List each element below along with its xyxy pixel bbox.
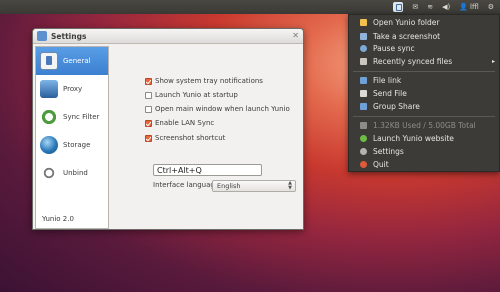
language-value: English	[217, 182, 241, 190]
language-select[interactable]: English ▲ ▼	[212, 180, 296, 192]
menu-item-storage-usage: 1.32KB Used / 5.00GB Total	[349, 119, 499, 132]
nav-item-unbind[interactable]: Unbind	[36, 159, 108, 187]
volume-icon[interactable]: ◀)	[442, 3, 450, 11]
website-icon	[360, 135, 367, 142]
nav-item-label: Sync Filter	[63, 113, 100, 121]
settings-window: Settings ✕ General Proxy Sync Filter Sto…	[32, 28, 304, 230]
network-icon[interactable]: ≋	[427, 3, 433, 11]
menu-item-pause-sync[interactable]: Pause sync	[349, 42, 499, 55]
storage-usage-icon	[360, 122, 367, 129]
yunio-app-icon	[37, 31, 47, 41]
mail-icon[interactable]: ✉	[412, 3, 418, 11]
user-icon: 👤	[459, 3, 468, 11]
menu-item-group-share[interactable]: Group Share	[349, 100, 499, 113]
menu-item-label: Take a screenshot	[373, 32, 441, 41]
yunio-tray-icon[interactable]	[393, 2, 404, 12]
nav-item-label: Unbind	[63, 169, 88, 177]
menu-item-send-file[interactable]: Send File	[349, 87, 499, 100]
yunio-tray-menu: Open Yunio folder Take a screenshot Paus…	[348, 14, 500, 172]
general-settings-panel: Show system tray notifications Launch Yu…	[111, 46, 299, 227]
general-icon	[40, 52, 58, 70]
menu-item-label: Launch Yunio website	[373, 134, 454, 143]
nav-item-label: Proxy	[63, 85, 83, 93]
menu-item-label: Quit	[373, 160, 389, 169]
option-label: Show system tray notifications	[155, 77, 263, 85]
menu-item-label: Send File	[373, 89, 407, 98]
sync-filter-icon	[40, 108, 58, 126]
settings-icon	[360, 148, 367, 155]
window-title: Settings	[51, 31, 87, 41]
unbind-icon	[40, 164, 58, 182]
menu-item-label: Group Share	[373, 102, 420, 111]
menu-item-label: Settings	[373, 147, 404, 156]
power-gear-icon[interactable]: ⚙	[488, 3, 494, 11]
close-icon[interactable]: ✕	[292, 31, 299, 40]
menu-item-quit[interactable]: Quit	[349, 158, 499, 171]
storage-icon	[40, 136, 58, 154]
nav-item-storage[interactable]: Storage	[36, 131, 108, 159]
menu-separator	[353, 71, 495, 72]
checkbox[interactable]	[145, 134, 152, 142]
menu-item-label: 1.32KB Used / 5.00GB Total	[373, 121, 476, 130]
screenshot-icon	[360, 33, 367, 40]
menu-item-label: Recently synced files	[373, 57, 453, 66]
option-label: Launch Yunio at startup	[155, 91, 238, 99]
option-open-main-window[interactable]: Open main window when launch Yunio	[145, 105, 290, 113]
version-label: Yunio 2.0	[42, 215, 74, 223]
file-link-icon	[360, 77, 367, 84]
recent-files-icon	[360, 58, 367, 65]
nav-item-label: Storage	[63, 141, 91, 149]
menu-item-label: Pause sync	[373, 44, 415, 53]
option-label: Enable LAN Sync	[155, 119, 215, 127]
option-label: Screenshot shortcut	[155, 134, 226, 142]
menu-item-label: Open Yunio folder	[373, 18, 440, 27]
menu-item-file-link[interactable]: File link	[349, 74, 499, 87]
quit-icon	[360, 161, 367, 168]
option-show-notifications[interactable]: Show system tray notifications	[145, 77, 263, 85]
menu-item-launch-website[interactable]: Launch Yunio website	[349, 132, 499, 145]
menu-separator	[353, 116, 495, 117]
nav-item-label: General	[63, 57, 91, 65]
nav-item-general[interactable]: General	[36, 47, 108, 75]
menu-item-settings[interactable]: Settings	[349, 145, 499, 158]
settings-sidebar: General Proxy Sync Filter Storage Unbind…	[35, 46, 109, 229]
menu-item-open-folder[interactable]: Open Yunio folder	[349, 16, 499, 29]
menu-item-recent-files[interactable]: Recently synced files ▸	[349, 55, 499, 68]
checkbox[interactable]	[145, 119, 152, 127]
nav-item-sync-filter[interactable]: Sync Filter	[36, 103, 108, 131]
option-launch-at-startup[interactable]: Launch Yunio at startup	[145, 91, 238, 99]
username-label: lffl	[470, 3, 479, 11]
group-share-icon	[360, 103, 367, 110]
checkbox[interactable]	[145, 105, 152, 113]
checkbox[interactable]	[145, 91, 152, 99]
folder-icon	[360, 19, 367, 26]
option-enable-lan-sync[interactable]: Enable LAN Sync	[145, 119, 214, 127]
proxy-icon	[40, 80, 58, 98]
checkbox[interactable]	[145, 77, 152, 85]
user-menu[interactable]: 👤 lffl	[459, 3, 478, 11]
window-titlebar[interactable]: Settings ✕	[33, 29, 303, 44]
nav-item-proxy[interactable]: Proxy	[36, 75, 108, 103]
updown-arrows-icon: ▲ ▼	[288, 180, 292, 191]
option-label: Open main window when launch Yunio	[155, 105, 290, 113]
pause-icon	[360, 45, 367, 52]
menu-item-label: File link	[373, 76, 402, 85]
top-panel: ✉ ≋ ◀) 👤 lffl ⚙	[0, 0, 500, 14]
send-file-icon	[360, 90, 367, 97]
option-screenshot-shortcut[interactable]: Screenshot shortcut	[145, 134, 225, 142]
submenu-arrow-icon: ▸	[491, 58, 495, 65]
shortcut-input[interactable]: Ctrl+Alt+Q	[153, 164, 262, 176]
